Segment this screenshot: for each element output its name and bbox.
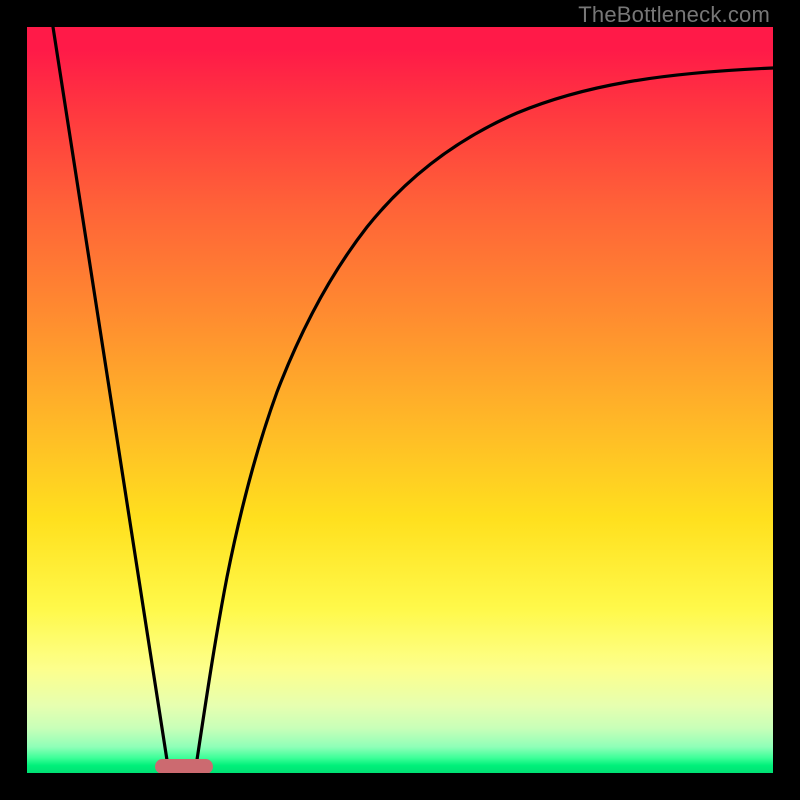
curve-right-arc [195,68,773,773]
highlight-pill [155,759,213,773]
watermark-text: TheBottleneck.com [578,2,770,28]
chart-frame: TheBottleneck.com [0,0,800,800]
curve-layer [27,27,773,773]
curve-left-line [53,27,169,773]
plot-area [27,27,773,773]
